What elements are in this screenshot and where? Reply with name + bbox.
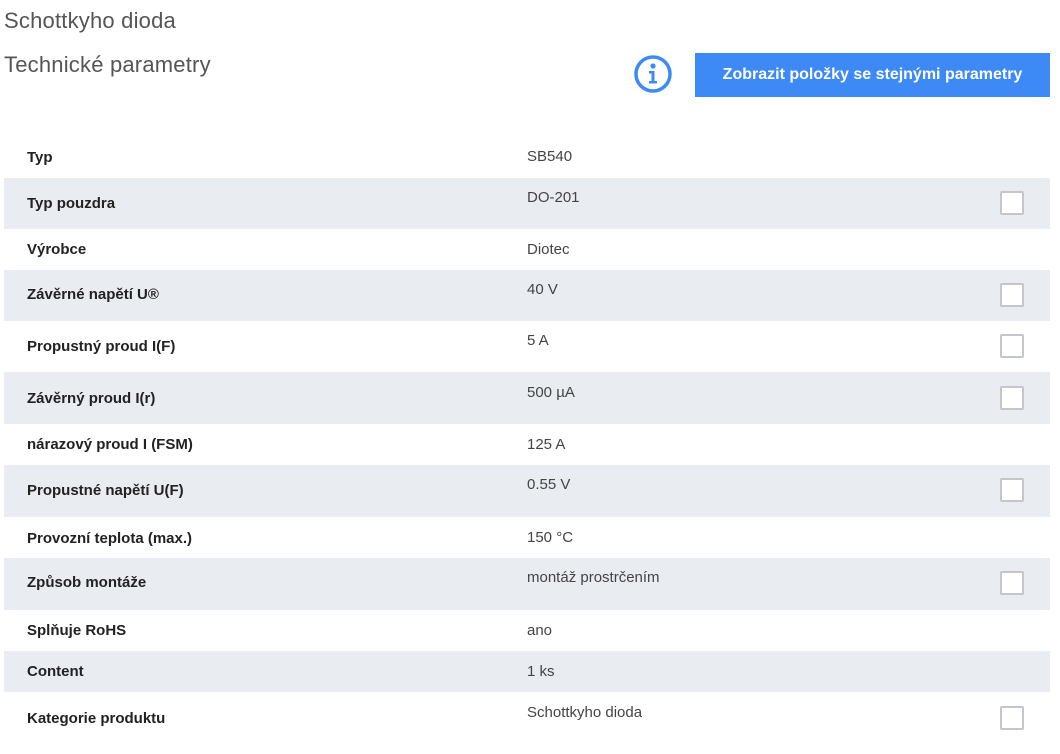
param-label: Propustné napětí U(F): [27, 482, 184, 499]
param-value: 1 ks: [527, 663, 555, 680]
table-row: Provozní teplota (max.) 150 °C: [4, 517, 1050, 558]
param-label: Typ: [27, 149, 53, 166]
param-value: 5 A: [527, 332, 549, 349]
filter-checkbox[interactable]: [1000, 283, 1024, 307]
param-label: Splňuje RoHS: [27, 622, 127, 639]
table-row: Výrobce Diotec: [4, 229, 1050, 270]
table-row: Závěrné napětí U® 40 V: [4, 270, 1050, 321]
parameters-table: Typ SB540 Typ pouzdra DO-201 Výrobce Dio…: [4, 136, 1050, 742]
table-row: Propustný proud I(F) 5 A: [4, 321, 1050, 372]
param-label: Provozní teplota (max.): [27, 530, 193, 547]
show-similar-items-button[interactable]: Zobrazit položky se stejnými parametry: [695, 53, 1050, 97]
param-label: Content: [27, 663, 84, 680]
param-value: ano: [527, 622, 553, 639]
info-icon[interactable]: [633, 54, 673, 94]
param-value: Diotec: [527, 241, 570, 258]
param-value: montáž prostrčením: [527, 569, 660, 586]
category-title: Schottkyho dioda: [4, 8, 176, 33]
table-row: Propustné napětí U(F) 0.55 V: [4, 465, 1050, 517]
param-value: DO-201: [527, 189, 580, 206]
filter-checkbox[interactable]: [1000, 334, 1024, 358]
param-value: SB540: [527, 148, 573, 165]
table-row: Závěrný proud I(r) 500 µA: [4, 372, 1050, 424]
section-title: Technické parametry: [4, 52, 211, 77]
table-row: Typ SB540: [4, 136, 1050, 178]
param-value: 40 V: [527, 281, 558, 298]
param-label: Závěrný proud I(r): [27, 390, 156, 407]
param-label: Typ pouzdra: [27, 195, 116, 212]
table-row: nárazový proud I (FSM) 125 A: [4, 424, 1050, 465]
param-label: nárazový proud I (FSM): [27, 436, 193, 453]
filter-checkbox[interactable]: [1000, 386, 1024, 410]
param-value: 150 °C: [527, 529, 574, 546]
table-row: Splňuje RoHS ano: [4, 610, 1050, 651]
filter-checkbox[interactable]: [1000, 706, 1024, 730]
filter-checkbox[interactable]: [1000, 478, 1024, 502]
table-row: Typ pouzdra DO-201: [4, 178, 1050, 229]
table-row: Kategorie produktu Schottkyho dioda: [4, 692, 1050, 742]
param-value: 0.55 V: [527, 476, 571, 493]
param-label: Způsob montáže: [27, 574, 147, 591]
param-value: 125 A: [527, 436, 566, 453]
param-value: Schottkyho dioda: [527, 704, 643, 721]
filter-checkbox[interactable]: [1000, 191, 1024, 215]
table-row: Způsob montáže montáž prostrčením: [4, 558, 1050, 610]
param-label: Výrobce: [27, 241, 87, 258]
param-value: 500 µA: [527, 384, 575, 401]
table-row: Content 1 ks: [4, 651, 1050, 692]
param-label: Propustný proud I(F): [27, 338, 176, 355]
param-label: Závěrné napětí U®: [27, 286, 159, 303]
param-label: Kategorie produktu: [27, 710, 166, 727]
filter-checkbox[interactable]: [1000, 571, 1024, 595]
